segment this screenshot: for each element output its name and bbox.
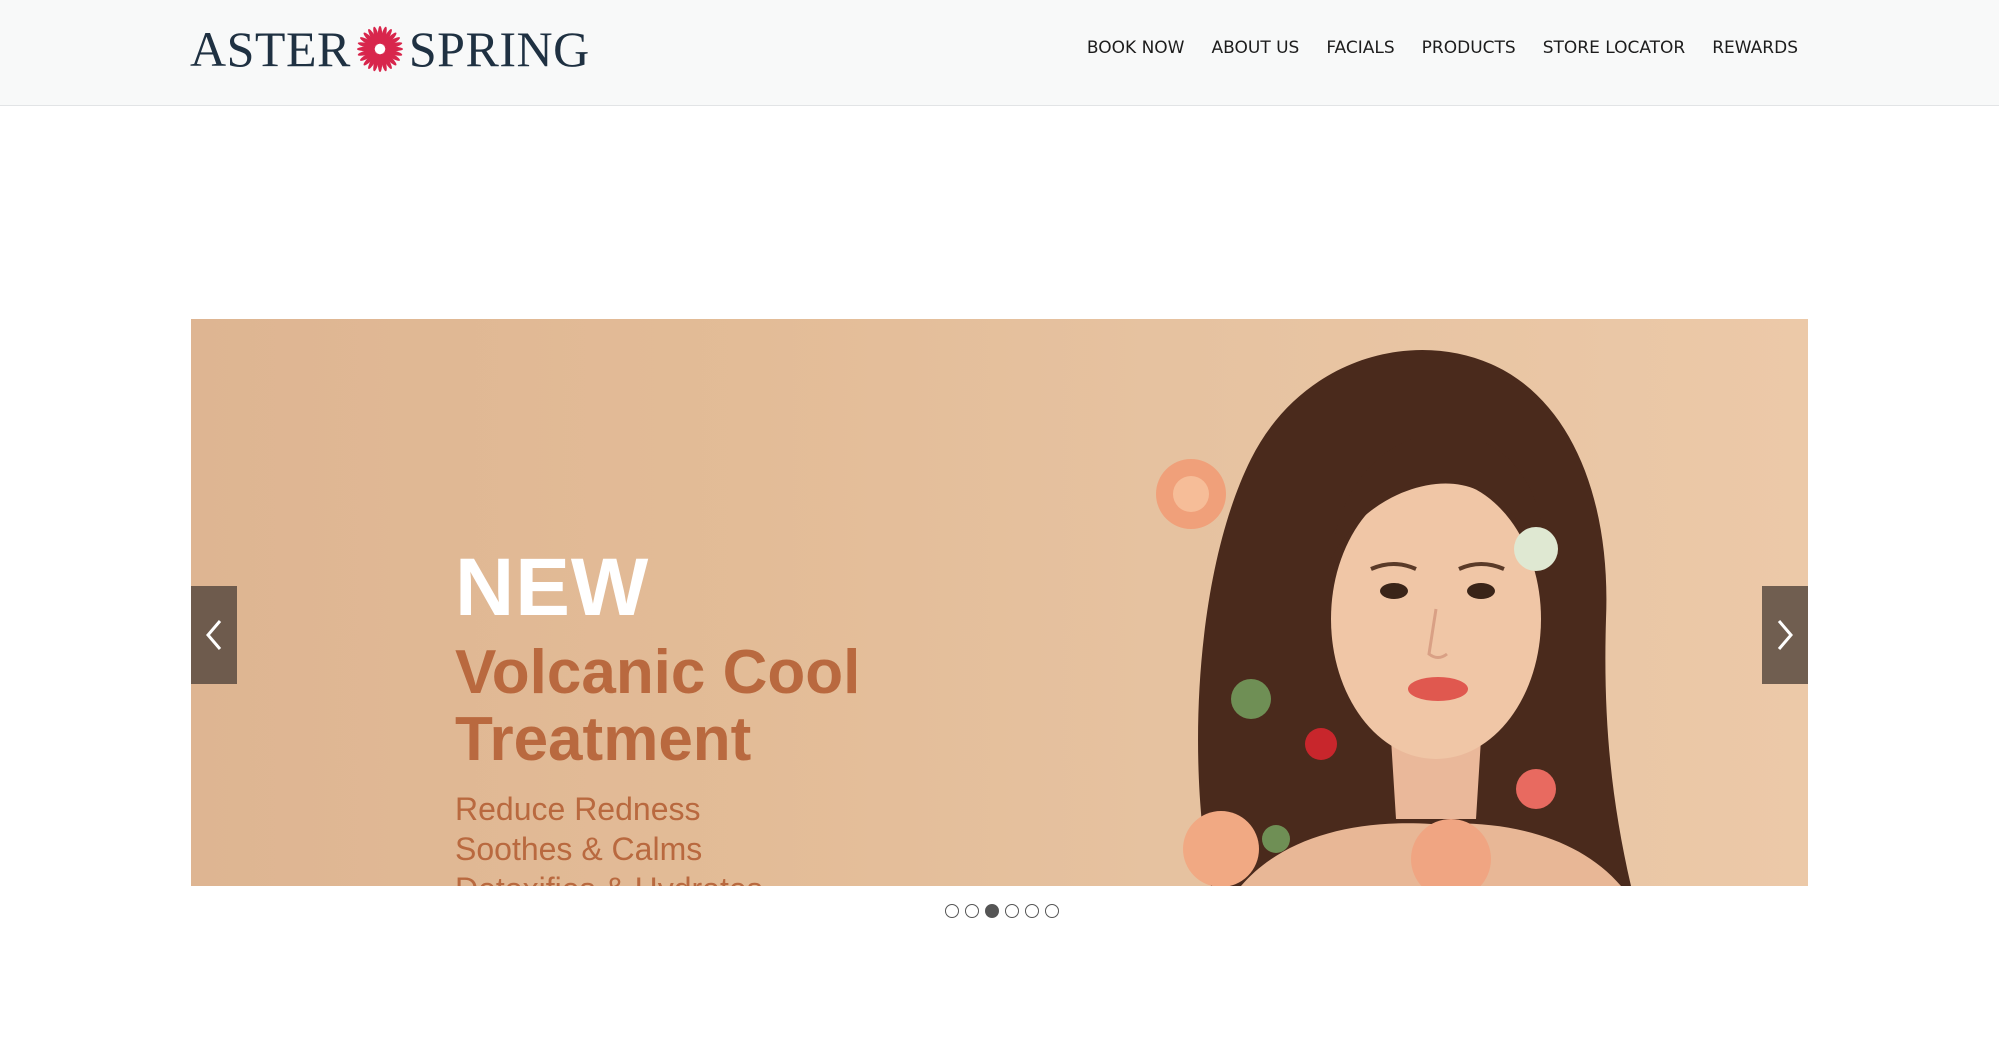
nav-rewards[interactable]: REWARDS [1712,38,1798,58]
flower-icon [356,26,403,72]
main-nav: BOOK NOW ABOUT US FACIALS PRODUCTS STORE… [1087,38,1798,58]
nav-facials[interactable]: FACIALS [1326,38,1394,58]
benefit-item: Soothes & Calms [455,831,703,867]
nav-book-now[interactable]: BOOK NOW [1087,38,1185,58]
hero-image [1156,349,1631,886]
nav-store-locator[interactable]: STORE LOCATOR [1543,38,1686,58]
brand-logo[interactable]: ASTER SPRING [190,24,590,74]
chevron-left-icon [206,620,222,650]
hero-benefits: Reduce Redness Soothes & Calms Detoxifie… [455,789,860,886]
hero-badge: NEW [455,542,650,633]
site-header: ASTER SPRING BOOK NOW ABOUT US FACIALS P… [0,0,1999,106]
carousel-dot[interactable] [1025,904,1039,918]
carousel-dot[interactable] [1005,904,1019,918]
carousel-dot[interactable] [945,904,959,918]
hero-carousel: NEW Volcanic Cool Treatment Reduce Redne… [191,319,1808,886]
carousel-prev-button[interactable] [191,586,237,684]
hero-title-line1: Volcanic Cool [455,638,861,707]
hero-title: Volcanic Cool Treatment [455,639,860,773]
chevron-right-icon [1777,620,1793,650]
hero-text: NEW Volcanic Cool Treatment Reduce Redne… [455,542,860,887]
carousel-pagination [945,904,1059,918]
benefit-item: Detoxifies & Hydrates [455,869,860,886]
carousel-dot[interactable] [985,904,999,918]
brand-name-right: SPRING [408,21,590,77]
nav-products[interactable]: PRODUCTS [1422,38,1516,58]
carousel-next-button[interactable] [1762,586,1808,684]
carousel-dot[interactable] [965,904,979,918]
carousel-dot[interactable] [1045,904,1059,918]
benefit-item: Reduce Redness [455,791,701,827]
hero-title-line2: Treatment [455,705,752,774]
brand-name-left: ASTER [190,21,351,77]
nav-about-us[interactable]: ABOUT US [1212,38,1300,58]
